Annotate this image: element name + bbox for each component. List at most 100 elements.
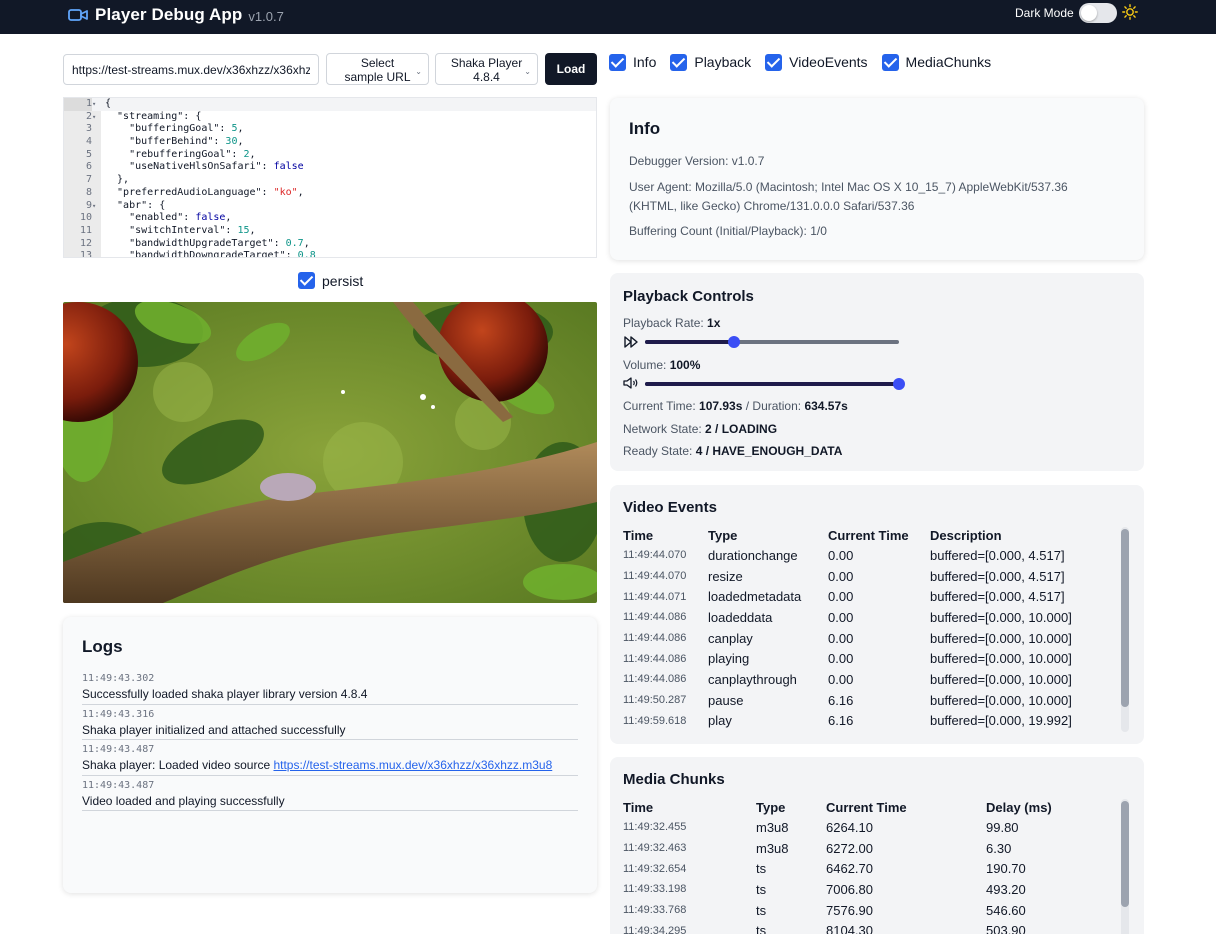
table-cell: ts <box>756 881 767 897</box>
toggle-videoevents-label: VideoEvents <box>789 54 868 70</box>
code-text: "enabled": false, <box>105 212 232 224</box>
user-agent: User Agent: Mozilla/5.0 (Macintosh; Inte… <box>629 180 1068 213</box>
chunks-scrollbar[interactable] <box>1121 799 1129 934</box>
table-cell: resize <box>708 568 743 584</box>
scroll-thumb[interactable] <box>1121 529 1129 707</box>
video-frame <box>63 302 597 603</box>
fold-arrow-icon[interactable]: ▾ <box>92 98 101 111</box>
table-cell: ts <box>756 861 767 877</box>
toggle-videoevents[interactable]: VideoEvents <box>765 53 868 71</box>
slider-thumb[interactable] <box>727 336 740 348</box>
code-line: 6 "useNativeHlsOnSafari": false <box>64 161 596 174</box>
ready-state: Ready State: 4 / HAVE_ENOUGH_DATA <box>623 444 842 458</box>
checkbox[interactable] <box>670 53 688 71</box>
network-state: Network State: 2 / LOADING <box>623 422 777 436</box>
fold-arrow-icon[interactable]: ▾ <box>92 200 101 213</box>
sample-url-line2: sample URL <box>344 70 411 84</box>
code-text: "useNativeHlsOnSafari": false <box>105 161 304 173</box>
table-cell: 11:49:44.086 <box>623 673 687 686</box>
log-list: 11:49:43.302 Successfully loaded shaka p… <box>82 669 578 811</box>
code-line: 1 ▾ { <box>64 98 596 111</box>
dark-mode-label: Dark Mode <box>1015 6 1074 20</box>
table-cell: 11:49:59.618 <box>623 714 687 727</box>
log-entry: 11:49:43.487 Video loaded and playing su… <box>82 776 578 811</box>
checkbox[interactable] <box>881 53 899 71</box>
events-scrollbar[interactable] <box>1121 527 1129 732</box>
load-button[interactable]: Load <box>545 53 597 85</box>
sample-url-select[interactable]: Select sample URL ⌄ <box>326 53 429 85</box>
table-cell: 6272.00 <box>826 840 873 856</box>
toggle-playback[interactable]: Playback <box>670 53 752 71</box>
table-cell: pause <box>708 692 744 708</box>
media-chunks-rows: 11:49:32.455 m3u8 6264.10 99.80 11:49:32.463… <box>623 817 1120 934</box>
toggle-info[interactable]: Info <box>609 53 656 71</box>
code-text: "rebufferingGoal": 2, <box>105 148 256 160</box>
table-row: 11:49:33.768 ts 7576.90 546.60 <box>623 900 1120 921</box>
checkbox[interactable] <box>765 53 783 71</box>
table-cell: 11:49:32.463 <box>623 842 687 855</box>
code-text: { <box>105 98 112 109</box>
stream-url-input[interactable] <box>63 54 319 85</box>
line-number: 7 <box>85 174 92 186</box>
line-number: 12 <box>79 237 92 249</box>
slider-thumb[interactable] <box>893 378 905 390</box>
code-text: }, <box>105 174 130 186</box>
log-source-link[interactable]: https://test-streams.mux.dev/x36xhzz/x36… <box>273 758 552 772</box>
table-cell: 0.00 <box>828 568 854 584</box>
playback-title: Playback Controls <box>623 288 754 305</box>
table-cell: canplay <box>708 630 753 646</box>
log-entry: 11:49:43.316 Shaka player initialized an… <box>82 705 578 740</box>
table-cell: 0.00 <box>828 547 854 563</box>
toggle-mediachunks[interactable]: MediaChunks <box>881 53 991 71</box>
dark-mode-toggle[interactable] <box>1079 3 1117 23</box>
table-cell: loadedmetadata <box>708 589 802 605</box>
col-current-time: Current Time <box>826 800 907 815</box>
table-cell: buffered=[0.000, 19.992] <box>930 713 1072 729</box>
volume-slider[interactable] <box>645 378 905 390</box>
table-row: 11:49:44.086 playing 0.00 buffered=[0.000, … <box>623 648 1120 669</box>
code-text: "bandwidthUpgradeTarget": 0.7, <box>105 237 310 249</box>
table-cell: 11:49:44.071 <box>623 590 687 603</box>
line-number: 5 <box>85 148 92 160</box>
player-select[interactable]: Shaka Player 4.8.4 ⌄ <box>435 53 538 85</box>
code-text: "bufferingGoal": 5, <box>105 123 244 135</box>
table-cell: 6.16 <box>828 713 854 729</box>
code-text: "streaming": { <box>105 110 202 122</box>
table-cell: playing <box>708 651 750 667</box>
table-cell: loadeddata <box>708 609 773 625</box>
toggle-playback-label: Playback <box>694 54 752 70</box>
playback-rate-label: Playback Rate: 1x <box>623 316 720 330</box>
table-cell: m3u8 <box>756 819 789 835</box>
scroll-thumb[interactable] <box>1121 801 1129 907</box>
checkbox[interactable] <box>609 53 626 71</box>
log-message: Successfully loaded shaka player library… <box>82 687 368 701</box>
persist-toggle[interactable]: persist <box>298 272 363 289</box>
fold-arrow-icon[interactable]: ▾ <box>92 111 101 124</box>
chevron-down-icon: ⌄ <box>415 67 422 76</box>
log-message: Shaka player initialized and attached su… <box>82 722 346 737</box>
playback-rate-slider[interactable] <box>645 336 899 348</box>
col-description: Description <box>930 528 1002 543</box>
code-line: 2 ▾ "streaming": { <box>64 111 596 124</box>
table-cell: buffered=[0.000, 10.000] <box>930 692 1072 708</box>
code-line: 9 ▾ "abr": { <box>64 200 596 213</box>
table-cell: 99.80 <box>986 819 1019 835</box>
media-chunks-table: Time Type Current Time Delay (ms) 11:49:… <box>623 800 1120 934</box>
table-cell: 11:49:32.455 <box>623 821 687 834</box>
table-cell: buffered=[0.000, 4.517] <box>930 568 1065 584</box>
table-cell: 11:49:44.086 <box>623 632 687 645</box>
media-chunks-panel: Media Chunks Time Type Current Time Dela… <box>610 757 1144 934</box>
video-player[interactable] <box>63 302 597 603</box>
ready-label: Ready State: <box>623 444 696 458</box>
checkbox[interactable] <box>298 272 315 289</box>
config-editor[interactable]: 1 ▾{2 ▾ "streaming": {3 "bufferingGoal": 5… <box>63 97 597 258</box>
table-cell: buffered=[0.000, 10.000] <box>930 651 1072 667</box>
table-cell: 6264.10 <box>826 819 873 835</box>
player-line1: Shaka Player <box>450 56 523 70</box>
line-number: 2 <box>85 110 92 122</box>
table-row: 11:49:32.455 m3u8 6264.10 99.80 <box>623 817 1120 838</box>
